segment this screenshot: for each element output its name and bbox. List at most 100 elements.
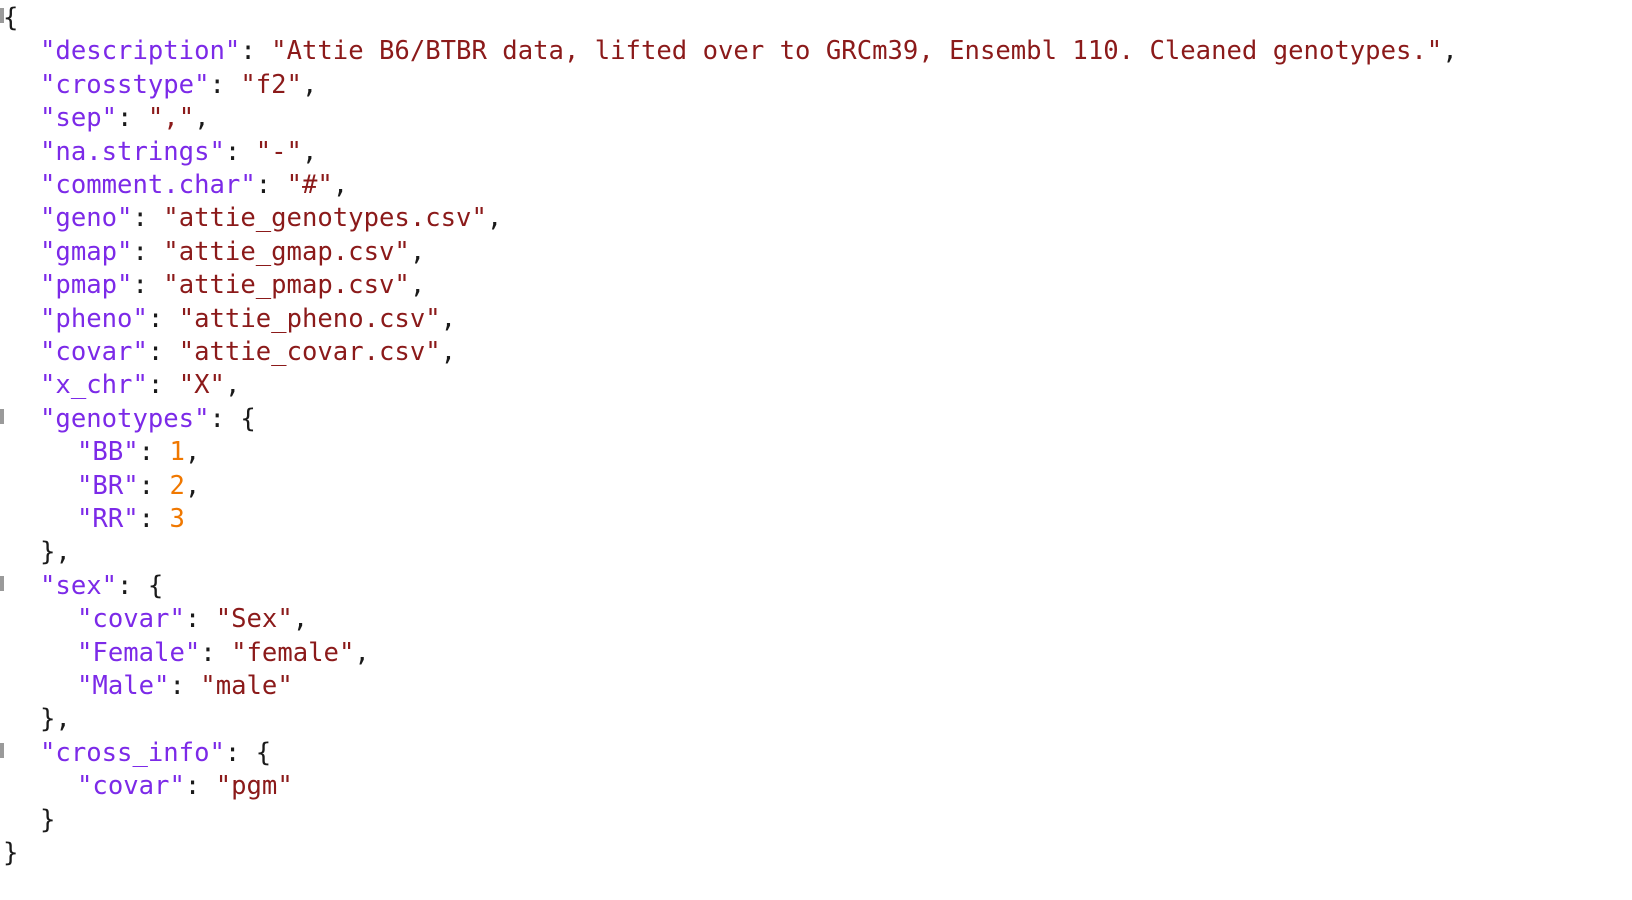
code-line[interactable]: "x_chr": "X", <box>40 369 240 402</box>
code-line[interactable]: "geno": "attie_genotypes.csv", <box>40 202 502 235</box>
code-line[interactable]: "comment.char": "#", <box>40 169 348 202</box>
json-code-content[interactable]: { "description": "Attie B6/BTBR data, lif… <box>0 0 1632 900</box>
json-colon: : <box>138 504 170 534</box>
json-brace: { <box>147 570 164 601</box>
json-string: "pgm" <box>215 771 293 802</box>
json-colon: : <box>209 403 241 434</box>
json-string: "attie_pheno.csv" <box>178 303 441 334</box>
json-key: "Male" <box>77 671 170 701</box>
json-key: "RR" <box>77 504 139 534</box>
code-line[interactable]: "RR": 3 <box>77 503 185 536</box>
code-line[interactable]: "genotypes": { <box>40 403 256 436</box>
json-string: "X" <box>178 370 225 401</box>
code-line[interactable]: "description": "Attie B6/BTBR data, lift… <box>40 35 1458 68</box>
json-comma: , <box>184 437 201 468</box>
json-colon: : <box>200 637 232 668</box>
json-comma: , <box>55 704 71 735</box>
json-colon: : <box>184 604 216 635</box>
json-brace: { <box>255 737 272 768</box>
json-brace: } <box>40 704 56 735</box>
code-line[interactable]: "BR": 2, <box>77 470 200 503</box>
code-line[interactable]: { <box>3 2 18 35</box>
json-string: "f2" <box>240 69 302 100</box>
json-string: "female" <box>231 637 355 668</box>
json-number: 2 <box>169 470 185 501</box>
json-string: "," <box>147 103 195 134</box>
json-comma: , <box>354 637 370 668</box>
json-key: "covar" <box>77 771 185 802</box>
json-comma: , <box>194 103 210 134</box>
code-line[interactable]: "sex": { <box>40 570 163 603</box>
json-number: 3 <box>169 504 185 534</box>
code-line[interactable]: }, <box>40 536 71 569</box>
json-comma: , <box>184 470 201 501</box>
json-number: 1 <box>169 437 185 468</box>
code-line[interactable]: } <box>40 804 55 837</box>
json-key: "BB" <box>77 437 139 468</box>
json-string: "male" <box>200 671 293 701</box>
json-key: "pmap" <box>40 270 133 301</box>
json-string: "-" <box>255 136 302 167</box>
json-comma: , <box>486 203 503 234</box>
code-line[interactable]: "crosstype": "f2", <box>40 69 317 102</box>
json-string: "attie_pmap.csv" <box>163 270 410 301</box>
json-colon: : <box>255 170 287 200</box>
json-colon: : <box>138 470 170 501</box>
json-string: "#" <box>286 170 333 200</box>
json-comma: , <box>55 537 71 568</box>
json-brace: { <box>3 3 19 33</box>
json-key: "cross_info" <box>40 737 225 768</box>
code-line[interactable]: "BB": 1, <box>77 436 200 469</box>
code-line[interactable]: "covar": "pgm" <box>77 770 293 803</box>
code-line[interactable]: "cross_info": { <box>40 737 271 770</box>
json-string: "attie_gmap.csv" <box>163 236 410 267</box>
json-key: "sex" <box>40 570 118 601</box>
json-key: "description" <box>40 36 241 67</box>
json-string: "attie_genotypes.csv" <box>163 203 487 234</box>
code-line[interactable]: "gmap": "attie_gmap.csv", <box>40 236 425 269</box>
code-viewer: { "description": "Attie B6/BTBR data, lif… <box>0 0 1632 900</box>
json-colon: : <box>147 370 179 401</box>
code-line[interactable]: "pheno": "attie_pheno.csv", <box>40 303 456 336</box>
code-line[interactable]: "Male": "male" <box>77 670 293 703</box>
json-colon: : <box>147 303 179 334</box>
json-colon: : <box>169 671 201 701</box>
json-brace: } <box>40 804 56 835</box>
json-comma: , <box>440 303 457 334</box>
json-comma: , <box>301 69 318 100</box>
json-comma: , <box>301 136 318 167</box>
code-line[interactable]: "covar": "Sex", <box>77 603 308 636</box>
json-colon: : <box>132 270 164 301</box>
json-key: "pheno" <box>40 303 148 334</box>
json-colon: : <box>117 103 148 134</box>
json-key: "genotypes" <box>40 403 210 434</box>
json-colon: : <box>224 136 256 167</box>
json-key: "gmap" <box>40 236 133 267</box>
json-comma: , <box>409 270 426 301</box>
code-line[interactable]: "na.strings": "-", <box>40 136 317 169</box>
json-comma: , <box>440 337 457 367</box>
json-key: "covar" <box>40 337 148 367</box>
code-line[interactable]: }, <box>40 703 71 736</box>
json-string: "Sex" <box>215 604 293 635</box>
json-key: "sep" <box>40 103 118 134</box>
json-colon: : <box>184 771 216 802</box>
json-string: "Attie B6/BTBR data, lifted over to GRCm… <box>271 36 1443 67</box>
code-line[interactable]: } <box>3 837 18 870</box>
json-key: "crosstype" <box>40 69 210 100</box>
code-line[interactable]: "pmap": "attie_pmap.csv", <box>40 269 425 302</box>
json-comma: , <box>224 370 241 401</box>
json-comma: , <box>1442 36 1458 67</box>
json-brace: { <box>240 403 256 434</box>
code-line[interactable]: "sep": ",", <box>40 102 210 135</box>
json-colon: : <box>209 69 241 100</box>
json-brace: } <box>40 537 56 568</box>
json-colon: : <box>117 570 148 601</box>
json-key: "comment.char" <box>40 170 256 200</box>
json-colon: : <box>132 203 164 234</box>
json-key: "x_chr" <box>40 370 148 401</box>
json-key: "Female" <box>77 637 201 668</box>
code-line[interactable]: "Female": "female", <box>77 637 370 670</box>
json-key: "covar" <box>77 604 185 635</box>
code-line[interactable]: "covar": "attie_covar.csv", <box>40 336 456 369</box>
